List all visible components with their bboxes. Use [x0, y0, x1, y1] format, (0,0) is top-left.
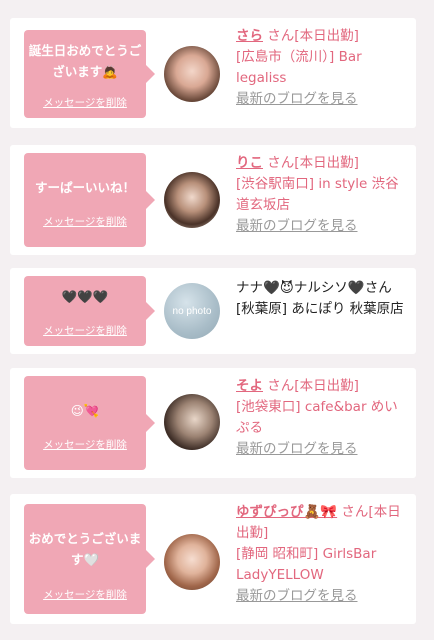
delete-message-link[interactable]: メッセージを削除	[24, 438, 146, 452]
message-text: 🖤🖤🖤	[61, 289, 109, 304]
cast-name-line: ナナ🖤😈ナルシソ🖤さん	[236, 280, 392, 296]
latest-blog-link[interactable]: 最新のブログを見る	[236, 91, 358, 107]
shop-location: [静岡 昭和町] GirlsBar LadyYELLOW	[236, 546, 377, 583]
profile-info: ナナ🖤😈ナルシソ🖤さん [秋葉原] あにぽり 秋葉原店	[236, 278, 408, 320]
cast-name-link[interactable]: りこ	[236, 155, 263, 171]
message-card: すーぱーいいね！ メッセージを削除 りこ さん[本日出勤] [渋谷駅南口] in…	[10, 145, 416, 255]
cast-name-link[interactable]: そよ	[236, 378, 263, 394]
message-bubble: おめでとうございます🤍 メッセージを削除	[24, 504, 155, 614]
message-text: 誕生日おめでとうございます🙇	[28, 43, 142, 79]
message-bubble: 🖤🖤🖤 メッセージを削除	[24, 276, 155, 346]
cast-name-link[interactable]: さら	[236, 28, 263, 44]
shop-location: [広島市（流川）] Bar legaliss	[236, 49, 362, 86]
profile-info: そよ さん[本日出勤] [池袋東口] cafe&bar めいぷる 最新のブログを…	[236, 376, 408, 460]
profile-info: ゆずぴっぴ🧸🎀 さん[本日出勤] [静岡 昭和町] GirlsBar LadyY…	[236, 502, 408, 607]
shop-location: [渋谷駅南口] in style 渋谷道玄坂店	[236, 176, 399, 213]
message-card: 😉💘 メッセージを削除 そよ さん[本日出勤] [池袋東口] cafe&bar …	[10, 368, 416, 478]
message-text: おめでとうございます🤍	[28, 531, 142, 567]
avatar[interactable]	[164, 394, 220, 450]
profile-info: さら さん[本日出勤] [広島市（流川）] Bar legaliss 最新のブロ…	[236, 26, 408, 110]
avatar[interactable]	[164, 534, 220, 590]
message-bubble: すーぱーいいね！ メッセージを削除	[24, 153, 155, 247]
latest-blog-link[interactable]: 最新のブログを見る	[236, 218, 358, 234]
no-photo-label: no photo	[172, 306, 212, 317]
message-bubble: 誕生日おめでとうございます🙇 メッセージを削除	[24, 30, 155, 118]
message-text: 😉💘	[70, 403, 100, 418]
cast-name-link[interactable]: ゆずぴっぴ🧸🎀	[236, 504, 337, 520]
avatar[interactable]	[164, 46, 220, 102]
avatar[interactable]: no photo	[164, 283, 220, 339]
honorific-status: さん[本日出勤]	[267, 28, 359, 44]
message-card: 🖤🖤🖤 メッセージを削除 no photo ナナ🖤😈ナルシソ🖤さん [秋葉原] …	[10, 268, 416, 354]
message-card: おめでとうございます🤍 メッセージを削除 ゆずぴっぴ🧸🎀 さん[本日出勤] [静…	[10, 494, 416, 624]
message-text: すーぱーいいね！	[34, 180, 135, 195]
avatar[interactable]	[164, 172, 220, 228]
latest-blog-link[interactable]: 最新のブログを見る	[236, 441, 358, 457]
shop-location: [池袋東口] cafe&bar めいぷる	[236, 399, 398, 436]
message-card: 誕生日おめでとうございます🙇 メッセージを削除 さら さん[本日出勤] [広島市…	[10, 18, 416, 128]
honorific-status: さん[本日出勤]	[267, 155, 359, 171]
delete-message-link[interactable]: メッセージを削除	[24, 215, 146, 229]
delete-message-link[interactable]: メッセージを削除	[24, 588, 146, 602]
profile-info: りこ さん[本日出勤] [渋谷駅南口] in style 渋谷道玄坂店 最新のブ…	[236, 153, 408, 237]
delete-message-link[interactable]: メッセージを削除	[24, 324, 146, 338]
message-bubble: 😉💘 メッセージを削除	[24, 376, 155, 470]
latest-blog-link[interactable]: 最新のブログを見る	[236, 588, 358, 604]
delete-message-link[interactable]: メッセージを削除	[24, 96, 146, 110]
shop-location: [秋葉原] あにぽり 秋葉原店	[236, 301, 404, 317]
honorific-status: さん[本日出勤]	[267, 378, 359, 394]
